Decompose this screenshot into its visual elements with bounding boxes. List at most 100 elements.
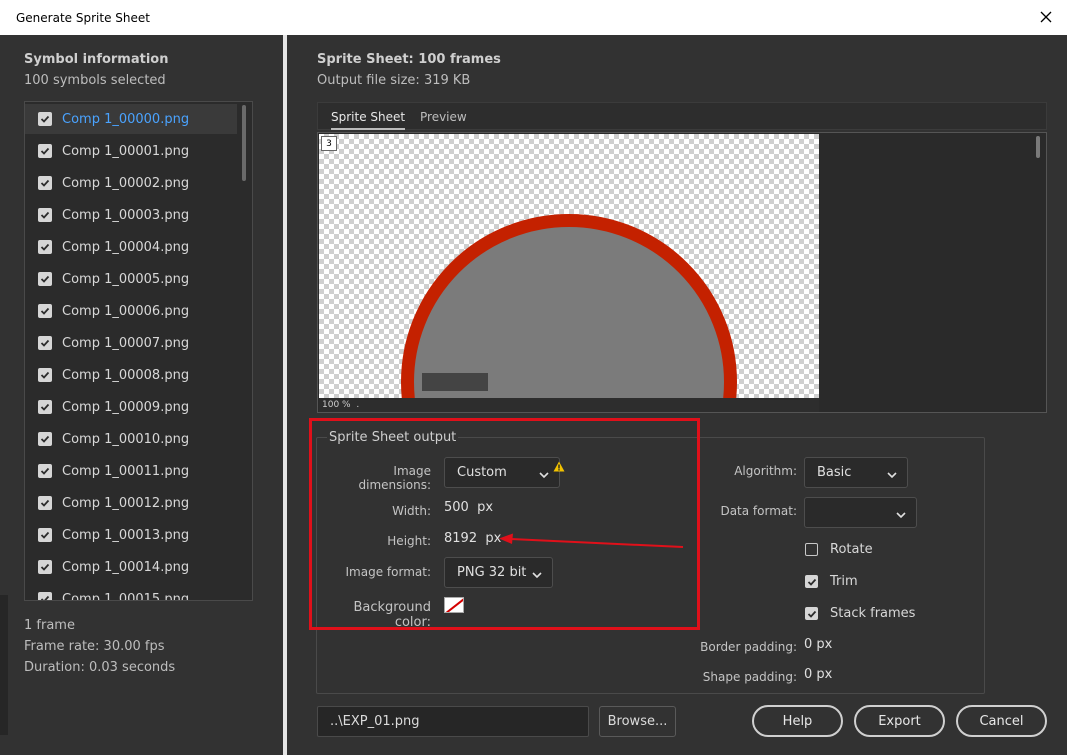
rotate-checkbox[interactable]: Rotate <box>805 542 873 557</box>
list-item[interactable]: Comp 1_00009.png <box>25 392 237 422</box>
background-strip <box>0 595 8 735</box>
title-bar: Generate Sprite Sheet <box>0 0 1067 35</box>
checkbox-checked-icon[interactable] <box>38 208 52 222</box>
checkbox-checked-icon[interactable] <box>38 528 52 542</box>
list-item-label: Comp 1_00007.png <box>62 335 190 351</box>
cancel-button[interactable]: Cancel <box>956 705 1047 737</box>
highlight-annotation-box <box>309 418 700 630</box>
shape-padding-label: Shape padding: <box>702 670 797 684</box>
checkbox-checked-icon[interactable] <box>38 112 52 126</box>
list-item[interactable]: Comp 1_00008.png <box>25 360 237 390</box>
trim-checkbox[interactable]: Trim <box>805 574 858 589</box>
shape-padding-field[interactable]: 0 px <box>804 667 832 682</box>
list-item-label: Comp 1_00014.png <box>62 559 190 575</box>
stack-frames-label: Stack frames <box>830 606 916 621</box>
frame-count: 1 frame <box>24 618 75 633</box>
checkbox-checked-icon[interactable] <box>38 272 52 286</box>
checkbox-checked-icon[interactable] <box>38 176 52 190</box>
checkbox-checked-icon[interactable] <box>38 336 52 350</box>
sprite-bar <box>422 373 488 391</box>
list-item[interactable]: Comp 1_00013.png <box>25 520 237 550</box>
checkbox-checked-icon[interactable] <box>805 575 818 588</box>
list-item-label: Comp 1_00006.png <box>62 303 190 319</box>
symbol-info-header: Symbol information 100 symbols selected <box>24 52 169 88</box>
trim-label: Trim <box>830 574 858 589</box>
list-item[interactable]: Comp 1_00006.png <box>25 296 237 326</box>
checkbox-checked-icon[interactable] <box>38 464 52 478</box>
list-item[interactable]: Comp 1_00003.png <box>25 200 237 230</box>
sprite-circle <box>401 214 737 398</box>
frame-rate: Frame rate: 30.00 fps <box>24 639 165 654</box>
list-item-label: Comp 1_00000.png <box>62 111 190 127</box>
list-item[interactable]: Comp 1_00012.png <box>25 488 237 518</box>
frame-badge: 3 <box>321 136 337 151</box>
border-padding-label: Border padding: <box>700 640 797 654</box>
list-item-label: Comp 1_00003.png <box>62 207 190 223</box>
list-item-label: Comp 1_00010.png <box>62 431 190 447</box>
algorithm-label: Algorithm: <box>734 464 797 478</box>
symbol-stats: 1 frame Frame rate: 30.00 fps Duration: … <box>24 615 175 678</box>
data-format-dropdown[interactable] <box>804 497 917 528</box>
list-item[interactable]: Comp 1_00007.png <box>25 328 237 358</box>
sprite-preview[interactable]: 3 100 % . <box>317 132 1047 413</box>
output-file-size: Output file size: 319 KB <box>317 73 471 88</box>
algorithm-dropdown[interactable]: Basic <box>804 457 908 488</box>
sprite-sheet-header: Sprite Sheet: 100 frames Output file siz… <box>317 52 501 88</box>
list-item-label: Comp 1_00001.png <box>62 143 190 159</box>
algorithm-value: Basic <box>817 465 852 480</box>
checkbox-checked-icon[interactable] <box>38 304 52 318</box>
zoom-level: 100 % . <box>319 398 819 412</box>
border-padding-field[interactable]: 0 px <box>804 637 832 652</box>
border-padding-value: 0 <box>804 637 813 652</box>
checkbox-checked-icon[interactable] <box>38 592 52 600</box>
tab-sprite-sheet[interactable]: Sprite Sheet <box>331 110 406 130</box>
list-item-label: Comp 1_00009.png <box>62 399 190 415</box>
shape-padding-value: 0 <box>804 667 813 682</box>
sprite-sheet-heading: Sprite Sheet: 100 frames <box>317 52 501 67</box>
list-item[interactable]: Comp 1_00005.png <box>25 264 237 294</box>
preview-scrollbar[interactable] <box>1036 136 1040 158</box>
symbol-info-heading: Symbol information <box>24 52 169 67</box>
checkbox-checked-icon[interactable] <box>38 144 52 158</box>
list-item-label: Comp 1_00012.png <box>62 495 190 511</box>
close-icon[interactable] <box>1033 4 1059 30</box>
tab-preview[interactable]: Preview <box>420 110 467 124</box>
list-item[interactable]: Comp 1_00004.png <box>25 232 237 262</box>
checkbox-unchecked-icon[interactable] <box>805 543 818 556</box>
panel-divider <box>283 35 287 755</box>
data-format-label: Data format: <box>720 504 797 518</box>
checkbox-checked-icon[interactable] <box>38 496 52 510</box>
stack-frames-checkbox[interactable]: Stack frames <box>805 606 915 621</box>
list-item[interactable]: Comp 1_00014.png <box>25 552 237 582</box>
list-item-label: Comp 1_00015.png <box>62 591 190 601</box>
tab-bar: Sprite Sheet Preview <box>317 102 1047 130</box>
checkbox-checked-icon[interactable] <box>38 432 52 446</box>
list-item[interactable]: Comp 1_00000.png <box>25 104 237 134</box>
duration: Duration: 0.03 seconds <box>24 660 176 675</box>
list-item[interactable]: Comp 1_00010.png <box>25 424 237 454</box>
checkbox-checked-icon[interactable] <box>38 240 52 254</box>
list-item-label: Comp 1_00005.png <box>62 271 190 287</box>
chevron-down-icon <box>896 508 906 523</box>
list-item[interactable]: Comp 1_00015.png <box>25 584 237 601</box>
symbol-list[interactable]: Comp 1_00000.png Comp 1_00001.png Comp 1… <box>24 101 253 601</box>
list-item[interactable]: Comp 1_00001.png <box>25 136 237 166</box>
list-item-label: Comp 1_00004.png <box>62 239 190 255</box>
checkbox-checked-icon[interactable] <box>805 607 818 620</box>
output-path-field[interactable]: ..\EXP_01.png <box>317 706 589 737</box>
list-item[interactable]: Comp 1_00011.png <box>25 456 237 486</box>
list-item-label: Comp 1_00008.png <box>62 367 190 383</box>
list-scrollbar[interactable] <box>242 105 246 181</box>
list-item-label: Comp 1_00011.png <box>62 463 190 479</box>
browse-button[interactable]: Browse... <box>599 706 676 737</box>
checkbox-checked-icon[interactable] <box>38 400 52 414</box>
checkbox-checked-icon[interactable] <box>38 368 52 382</box>
rotate-label: Rotate <box>830 542 873 557</box>
transparency-grid: 3 <box>319 134 819 398</box>
help-button[interactable]: Help <box>752 705 843 737</box>
shape-padding-unit: px <box>816 667 833 682</box>
export-button[interactable]: Export <box>854 705 945 737</box>
checkbox-checked-icon[interactable] <box>38 560 52 574</box>
chevron-down-icon <box>887 468 897 483</box>
list-item[interactable]: Comp 1_00002.png <box>25 168 237 198</box>
